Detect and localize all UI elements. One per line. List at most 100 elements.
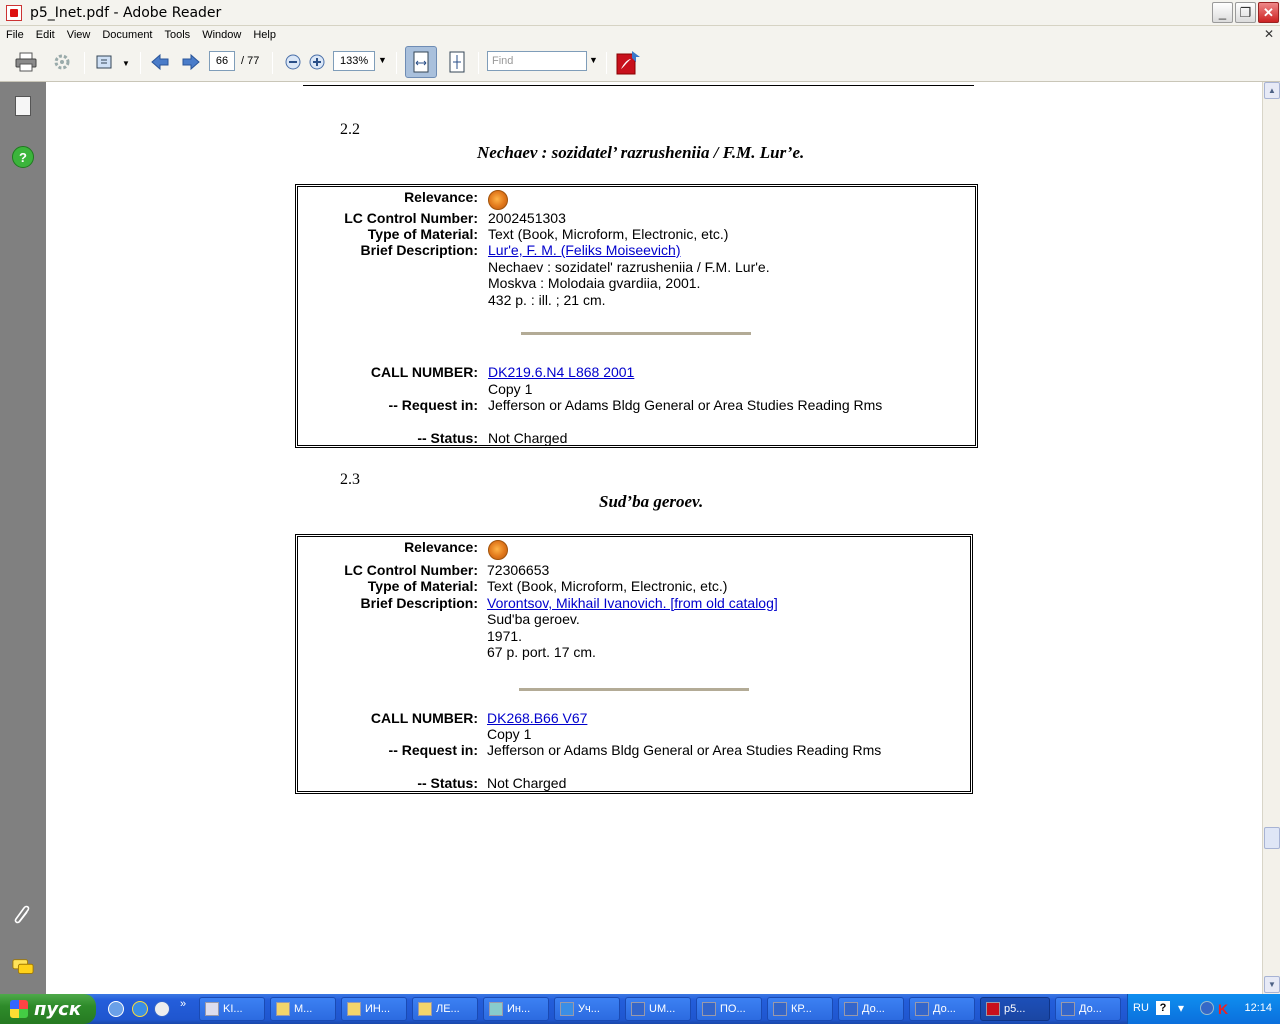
restore-button[interactable]: ❐ xyxy=(1235,2,1256,23)
task-icon xyxy=(205,1002,219,1016)
task-label: КР... xyxy=(791,1003,812,1015)
fit-width-icon xyxy=(413,51,429,73)
description-line: 432 p. : ill. ; 21 cm. xyxy=(488,292,606,308)
taskbar-task[interactable]: КР... xyxy=(767,997,833,1021)
taskbar-task[interactable]: До... xyxy=(1055,997,1121,1021)
page-number-input[interactable]: 66 xyxy=(209,51,235,71)
zoom-in-icon[interactable] xyxy=(306,51,328,73)
taskbar-task[interactable]: Уч... xyxy=(554,997,620,1021)
status-value: Not Charged xyxy=(487,775,567,791)
word-icon xyxy=(702,1002,716,1016)
previous-page-icon[interactable] xyxy=(149,51,171,73)
call-number-label: CALL NUMBER: xyxy=(370,364,478,380)
help-tray-icon[interactable]: ? xyxy=(1156,1001,1170,1015)
print-icon[interactable] xyxy=(15,51,37,73)
adobe-acrobat-icon[interactable] xyxy=(616,49,642,75)
menu-edit[interactable]: Edit xyxy=(30,29,61,41)
relevance-label: Relevance: xyxy=(404,189,478,205)
task-label: UM... xyxy=(649,1003,676,1015)
window-controls: _ ❐ ✕ xyxy=(1212,2,1279,23)
vertical-scrollbar[interactable]: ▲ ▼ xyxy=(1262,82,1280,994)
show-desktop-icon[interactable] xyxy=(108,1001,124,1017)
select-tool-dropdown-icon[interactable]: ▼ xyxy=(122,51,130,75)
taskbar-task[interactable]: До... xyxy=(838,997,904,1021)
copy-value: Copy 1 xyxy=(487,726,532,742)
relevance-icon xyxy=(488,190,508,210)
pdf-file-icon xyxy=(6,4,22,21)
taskbar-task[interactable]: KI... xyxy=(199,997,265,1021)
find-dropdown-icon[interactable]: ▼ xyxy=(589,55,598,65)
type-label: Type of Material: xyxy=(367,578,478,594)
menu-window[interactable]: Window xyxy=(196,29,247,41)
select-tool-icon[interactable] xyxy=(95,51,117,73)
zoom-out-icon[interactable] xyxy=(282,51,304,73)
media-player-icon[interactable] xyxy=(154,1001,170,1017)
tray-expand-icon[interactable] xyxy=(1200,1001,1214,1015)
minimize-button[interactable]: _ xyxy=(1212,2,1233,23)
taskbar-task[interactable]: Ин... xyxy=(483,997,549,1021)
task-label: Уч... xyxy=(578,1003,600,1015)
fit-width-button[interactable] xyxy=(405,46,437,78)
antivirus-icon[interactable]: K xyxy=(1218,1001,1232,1017)
call-number-link[interactable]: DK268.B66 V67 xyxy=(487,710,587,726)
call-number-link[interactable]: DK219.6.N4 L868 2001 xyxy=(488,364,634,380)
taskbar-task[interactable]: ИН... xyxy=(341,997,407,1021)
type-label: Type of Material: xyxy=(367,226,478,242)
menu-document[interactable]: Document xyxy=(96,29,158,41)
network-icon[interactable]: ▾ xyxy=(1178,1001,1192,1015)
word-icon xyxy=(844,1002,858,1016)
request-label: -- Request in: xyxy=(388,742,478,758)
description-line: Moskva : Molodaia gvardiia, 2001. xyxy=(488,275,701,291)
folder-icon xyxy=(347,1002,361,1016)
settings-icon[interactable] xyxy=(51,51,73,73)
zoom-level-input[interactable]: 133% xyxy=(333,51,375,71)
copy-value: Copy 1 xyxy=(488,381,533,397)
lccn-value: 2002451303 xyxy=(488,210,566,226)
task-label: Ин... xyxy=(507,1003,531,1015)
internet-explorer-icon[interactable] xyxy=(132,1001,148,1017)
menu-tools[interactable]: Tools xyxy=(159,29,197,41)
task-label: ПО... xyxy=(720,1003,746,1015)
author-link[interactable]: Lur'e, F. M. (Feliks Moiseevich) xyxy=(488,242,681,258)
description-line: Sud'ba geroev. xyxy=(487,611,580,627)
close-button[interactable]: ✕ xyxy=(1258,2,1279,23)
pdf-file-icon xyxy=(986,1002,1000,1016)
help-icon[interactable]: ? xyxy=(12,146,34,168)
menu-view[interactable]: View xyxy=(61,29,97,41)
status-label: -- Status: xyxy=(417,775,478,791)
scroll-up-icon[interactable]: ▲ xyxy=(1264,82,1280,99)
start-button[interactable]: пуск xyxy=(0,994,96,1024)
taskbar-task[interactable]: ПО... xyxy=(696,997,762,1021)
menu-help[interactable]: Help xyxy=(247,29,282,41)
description-line: 67 p. port. 17 cm. xyxy=(487,644,596,660)
task-label: p5... xyxy=(1004,1003,1026,1015)
document-view: 2.2 Nechaev : sozidatel’ razrusheniia / … xyxy=(46,82,1262,994)
task-label: До... xyxy=(862,1003,885,1015)
paperclip-icon[interactable] xyxy=(12,904,34,926)
taskbar-task[interactable]: ЛЕ... xyxy=(412,997,478,1021)
pages-icon[interactable] xyxy=(15,96,31,116)
window-title: p5_Inet.pdf - Adobe Reader xyxy=(30,4,222,21)
zoom-dropdown-icon[interactable]: ▼ xyxy=(378,55,387,65)
record-table: Relevance: LC Control Number: 2002451303… xyxy=(295,184,978,448)
scroll-down-icon[interactable]: ▼ xyxy=(1264,976,1280,993)
menu-file[interactable]: File xyxy=(0,29,30,41)
task-label: KI... xyxy=(223,1003,243,1015)
quicklaunch-more-icon[interactable]: » xyxy=(180,998,186,1010)
task-label: До... xyxy=(933,1003,956,1015)
find-input[interactable]: Find xyxy=(487,51,587,71)
folder-icon xyxy=(276,1002,290,1016)
taskbar-task-active[interactable]: p5... xyxy=(980,997,1050,1021)
taskbar-task[interactable]: До... xyxy=(909,997,975,1021)
language-indicator[interactable]: RU xyxy=(1133,1002,1149,1014)
taskbar-task[interactable]: UM... xyxy=(625,997,691,1021)
comments-icon[interactable] xyxy=(12,956,34,978)
record-title: Nechaev : sozidatel’ razrusheniia / F.M.… xyxy=(477,143,805,162)
scroll-thumb[interactable] xyxy=(1264,827,1280,849)
taskbar-task[interactable]: M... xyxy=(270,997,336,1021)
next-page-icon[interactable] xyxy=(180,51,202,73)
author-link[interactable]: Vorontsov, Mikhail Ivanovich. [from old … xyxy=(487,595,778,611)
start-label: пуск xyxy=(34,998,82,1020)
fit-page-icon[interactable] xyxy=(446,51,468,73)
document-close-icon[interactable]: ✕ xyxy=(1264,27,1274,41)
